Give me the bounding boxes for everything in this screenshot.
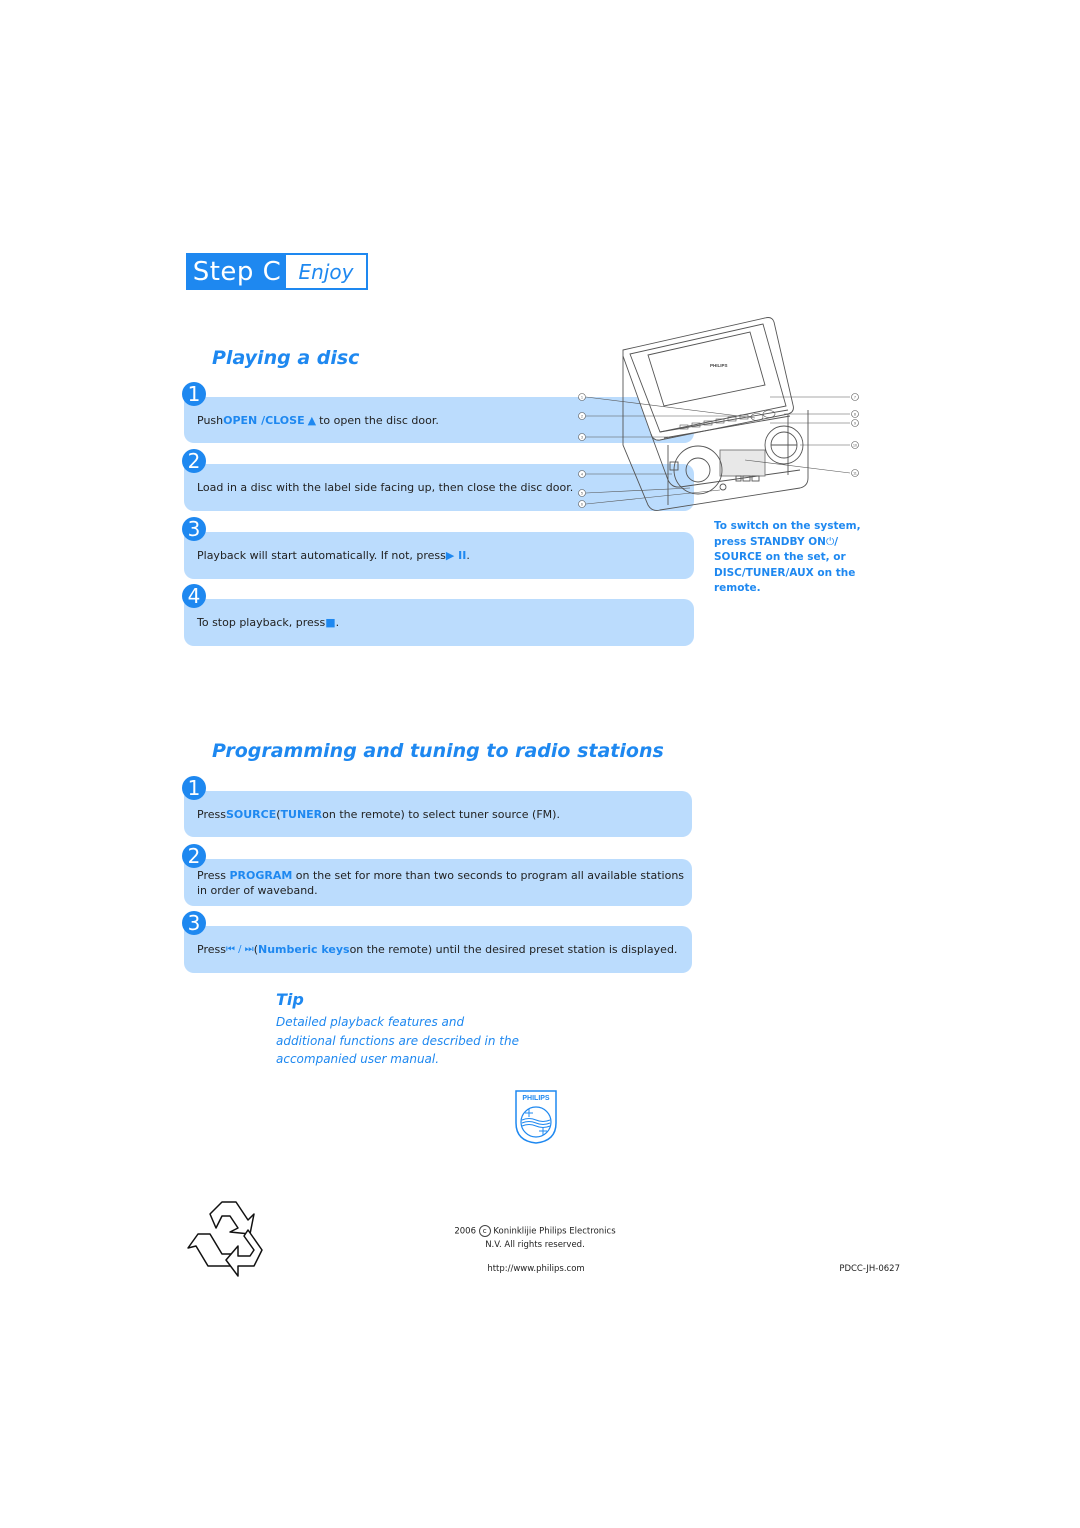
step-text: Push: [197, 413, 224, 427]
step-number-2: 2: [182, 844, 206, 868]
stop-icon: ■: [325, 616, 336, 629]
callout-3: 3: [581, 435, 583, 439]
play-pause-icon: ▶ II: [445, 549, 467, 562]
numeric-keys: Numberic keys: [257, 943, 350, 956]
tip-line: accompanied user manual.: [276, 1052, 440, 1066]
recycle-icon: [187, 1201, 263, 1277]
document-code: PDCC-JH-0627: [839, 1264, 900, 1274]
note-text: on the: [813, 566, 856, 579]
tip-line: Detailed playback features and: [276, 1015, 465, 1029]
callout-7: 7: [854, 395, 856, 399]
note-text: on the set, or: [761, 551, 846, 563]
power-on-note: To switch on the system, press STANDBY O…: [714, 519, 889, 597]
callout-5: 5: [581, 491, 583, 495]
device-illustration: PHILIPS 1 2 3 4 5 6 7 8 9 10 11: [578, 317, 859, 511]
step-number-4: 4: [182, 584, 206, 608]
section-title-radio: Programming and tuning to radio stations: [212, 740, 664, 762]
radio-step-1: Press SOURCE (TUNER on the remote) to se…: [184, 791, 692, 837]
callout-9: 9: [854, 421, 856, 425]
tuner-key: TUNER: [280, 807, 323, 821]
step-text: Press: [197, 868, 230, 882]
callout-11: 11: [853, 471, 857, 475]
step-number-2: 2: [182, 449, 206, 473]
tip-line: additional functions are described in th…: [276, 1033, 519, 1048]
tip-title: Tip: [276, 990, 304, 1009]
radio-step-3: Press ⏮ / ⏭ (Numberic keys on the remote…: [184, 926, 692, 973]
philips-logo: PHILIPS: [515, 1090, 557, 1144]
step-text: Playback will start automatically. If no…: [197, 549, 446, 562]
step-badge: Step C Enjoy: [186, 253, 368, 290]
step-number-1: 1: [182, 382, 206, 406]
power-icon: ⏻: [825, 535, 835, 548]
tip-text: Detailed playback features and additiona…: [276, 1013, 536, 1069]
callout-10: 10: [853, 443, 857, 447]
step-text: on the remote) until the desired preset …: [349, 943, 678, 956]
source-key: SOURCE: [714, 551, 762, 563]
copyright-icon: c: [478, 1225, 491, 1237]
step-text: To stop playback, press: [197, 616, 326, 629]
disc-step-4: To stop playback, press ■.: [184, 599, 694, 646]
note-line: To switch on the system,: [714, 520, 861, 532]
step-text: on the set for more than two seconds to …: [292, 868, 685, 882]
eject-icon: ▲: [307, 413, 317, 427]
step-text: in order of waveband.: [197, 883, 318, 897]
prev-next-icon: ⏮ / ⏭: [225, 944, 254, 955]
radio-step-2: Press PROGRAM on the set for more than t…: [184, 859, 692, 906]
copyright-owner: Koninklijie Philips Electronics: [493, 1226, 616, 1237]
callout-8: 8: [854, 412, 856, 416]
step-text: Press: [197, 943, 226, 956]
note-text: /: [834, 535, 839, 548]
disc-tuner-aux-key: DISC/TUNER/AUX: [714, 566, 814, 579]
step-title: Enjoy: [298, 259, 354, 284]
callout-1: 1: [581, 395, 583, 399]
step-number-3: 3: [182, 517, 206, 541]
source-key: SOURCE: [225, 807, 277, 821]
step-text: to open the disc door.: [319, 413, 439, 427]
logo-brand: PHILIPS: [522, 1095, 550, 1102]
step-number-1: 1: [182, 776, 206, 800]
step-number-3: 3: [182, 911, 206, 935]
step-text: .: [335, 616, 340, 629]
step-text: on the remote) to select tuner source (F…: [322, 807, 560, 821]
step-label: Step C: [188, 255, 286, 288]
open-close-key: OPEN /CLOSE: [223, 413, 305, 427]
website-link[interactable]: http://www.philips.com: [436, 1264, 636, 1274]
disc-step-3: Playback will start automatically. If no…: [184, 532, 694, 579]
callout-2: 2: [581, 414, 583, 418]
copyright-year: 2006: [454, 1226, 476, 1237]
callout-4: 4: [581, 472, 583, 476]
note-line: remote.: [714, 582, 761, 594]
copyright: 2006 c Koninklijie Philips Electronics N…: [430, 1225, 640, 1250]
program-key: PROGRAM: [229, 868, 293, 882]
standby-on-key: STANDBY ON: [749, 535, 826, 548]
device-brand: PHILIPS: [710, 363, 728, 368]
step-text: Load in a disc with the label side facin…: [197, 481, 574, 494]
note-text: press: [714, 535, 750, 548]
copyright-notice: N.V. All rights reserved.: [485, 1240, 585, 1250]
callout-6: 6: [581, 502, 583, 506]
section-title-playing-disc: Playing a disc: [212, 347, 360, 369]
step-text: .: [466, 549, 470, 562]
step-text: Press: [197, 807, 226, 821]
